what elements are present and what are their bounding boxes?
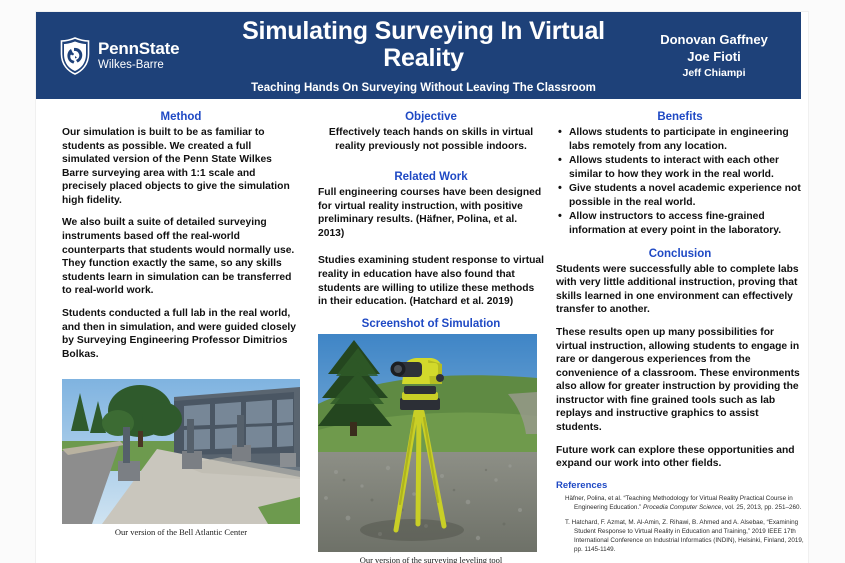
- conclusion-paragraph: Future work can explore these opportunit…: [556, 444, 795, 470]
- title-block: Simulating Surveying In Virtual Reality …: [214, 16, 633, 94]
- reference-entry: Häfner, Polina, et al. “Teaching Methodo…: [556, 494, 804, 512]
- author-name: Donovan Gaffney: [660, 32, 768, 47]
- figure-caption: Our version of the surveying leveling to…: [359, 554, 503, 563]
- section-heading-references: References: [556, 479, 608, 491]
- author-name: Jeff Chiampi: [682, 67, 746, 79]
- screenshot-bell-atlantic-center: [62, 379, 300, 525]
- section-heading-method: Method: [160, 111, 202, 123]
- related-work-paragraph: Full engineering courses have been desig…: [318, 187, 542, 239]
- method-paragraph: Students conducted a full lab in the rea…: [62, 307, 297, 360]
- reference-text: T. Hatchard, F. Azmat, M. Al-Amin, Z. Ri…: [565, 518, 804, 554]
- section-heading-screenshot: Screenshot of Simulation: [361, 317, 501, 330]
- method-paragraph: Our simulation is built to be as familia…: [62, 127, 290, 206]
- reference-text: , vol. 25, 2013, pp. 251–260.: [721, 503, 802, 511]
- section-heading-objective: Objective: [405, 111, 457, 123]
- reference-entry: T. Hatchard, F. Azmat, M. Al-Amin, Z. Ri…: [556, 518, 804, 555]
- poster-header-banner: PennState Wilkes-Barre Simulating Survey…: [36, 12, 801, 99]
- method-paragraph: We also built a suite of detailed survey…: [62, 217, 295, 297]
- benefits-list: Allows students to participate in engine…: [556, 125, 804, 238]
- list-item: Allow instructors to access fine-grained…: [556, 209, 804, 237]
- section-heading-related-work: Related Work: [394, 171, 468, 184]
- penn-state-shield-lion-icon: [60, 36, 90, 75]
- conclusion-paragraph: These results open up many possibilities…: [556, 326, 800, 433]
- column-method: Method Our simulation is built to be as …: [62, 99, 300, 537]
- author-name: Joe Fioti: [687, 49, 741, 64]
- penn-state-wordmark: PennState: [98, 39, 180, 59]
- section-heading-benefits: Benefits: [657, 111, 703, 123]
- penn-state-logo: PennState Wilkes-Barre: [36, 36, 214, 75]
- objective-text: Effectively teach hands on skills in vir…: [328, 127, 534, 152]
- column-objective-related: Objective Effectively teach hands on ski…: [318, 99, 544, 563]
- conference-poster: PennState Wilkes-Barre Simulating Survey…: [36, 12, 808, 563]
- reference-journal: Procedia Computer Science: [642, 503, 722, 511]
- related-work-paragraph: Studies examining student response to vi…: [318, 255, 545, 308]
- poster-subtitle: Teaching Hands On Surveying Without Leav…: [251, 81, 596, 94]
- poster-title: Simulating Surveying In Virtual Reality: [242, 16, 605, 72]
- author-list: Donovan Gaffney Joe Fioti Jeff Chiampi: [633, 32, 801, 79]
- section-heading-conclusion: Conclusion: [648, 247, 712, 260]
- poster-body: Method Our simulation is built to be as …: [36, 99, 808, 563]
- conclusion-paragraph: Students were successfully able to compl…: [556, 263, 799, 316]
- figure-bell-atlantic-center: Our version of the Bell Atlantic Center: [62, 379, 300, 537]
- list-item: Allows students to participate in engine…: [556, 125, 804, 153]
- list-item: Give students a novel academic experienc…: [556, 181, 804, 209]
- figure-caption: Our version of the Bell Atlantic Center: [114, 527, 248, 538]
- campus-name: Wilkes-Barre: [98, 58, 164, 71]
- screenshot-surveying-leveling-tool: [318, 333, 537, 552]
- column-benefits-conclusion: Benefits Allows students to participate …: [556, 99, 804, 560]
- figure-surveying-leveling-tool: Our version of the surveying leveling to…: [318, 333, 544, 563]
- list-item: Allows students to interact with each ot…: [556, 153, 804, 181]
